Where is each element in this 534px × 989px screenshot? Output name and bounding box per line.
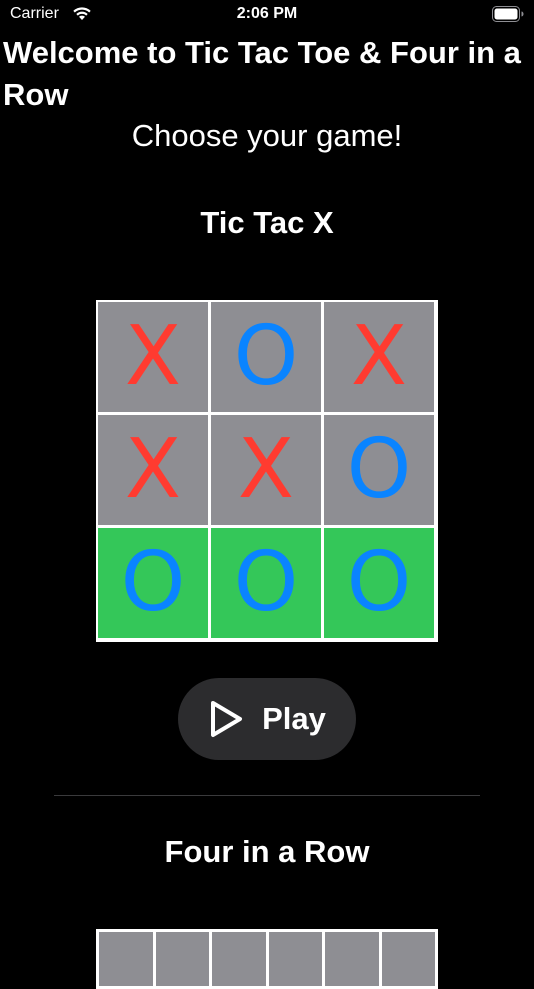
welcome-title: Welcome to Tic Tac Toe & Four in a Row <box>3 35 521 112</box>
battery-icon <box>492 6 524 22</box>
board-cell[interactable]: O <box>211 528 321 638</box>
status-bar: Carrier 2:06 PM <box>0 0 534 30</box>
board-cell[interactable]: X <box>324 302 434 412</box>
play-button[interactable]: Play <box>178 678 356 760</box>
board-cell[interactable]: X <box>98 415 208 525</box>
board-cell[interactable]: X <box>211 415 321 525</box>
four-in-a-row-cell[interactable] <box>212 932 266 986</box>
board-cell[interactable]: O <box>98 528 208 638</box>
clock: 2:06 PM <box>236 5 298 22</box>
board-cell[interactable]: O <box>324 528 434 638</box>
board-cell[interactable]: O <box>324 415 434 525</box>
four-in-a-row-cell[interactable] <box>155 932 209 986</box>
four-in-a-row-cell[interactable] <box>99 932 153 986</box>
four-in-a-row-title: Four in a Row <box>164 834 370 869</box>
four-in-a-row-cell[interactable] <box>268 932 322 986</box>
board-cell[interactable]: O <box>211 302 321 412</box>
four-in-a-row-cell[interactable] <box>325 932 379 986</box>
tic-tac-title: Tic Tac X <box>200 205 334 240</box>
play-label: Play <box>262 701 326 736</box>
four-in-a-row-cell[interactable] <box>381 932 435 986</box>
board-cell[interactable]: X <box>98 302 208 412</box>
four-in-a-row-board[interactable] <box>96 929 438 989</box>
tic-tac-board[interactable]: XOXXXOOOO <box>96 300 438 642</box>
divider <box>54 795 480 796</box>
choose-game-subtitle: Choose your game! <box>131 118 403 153</box>
play-icon <box>211 701 243 737</box>
